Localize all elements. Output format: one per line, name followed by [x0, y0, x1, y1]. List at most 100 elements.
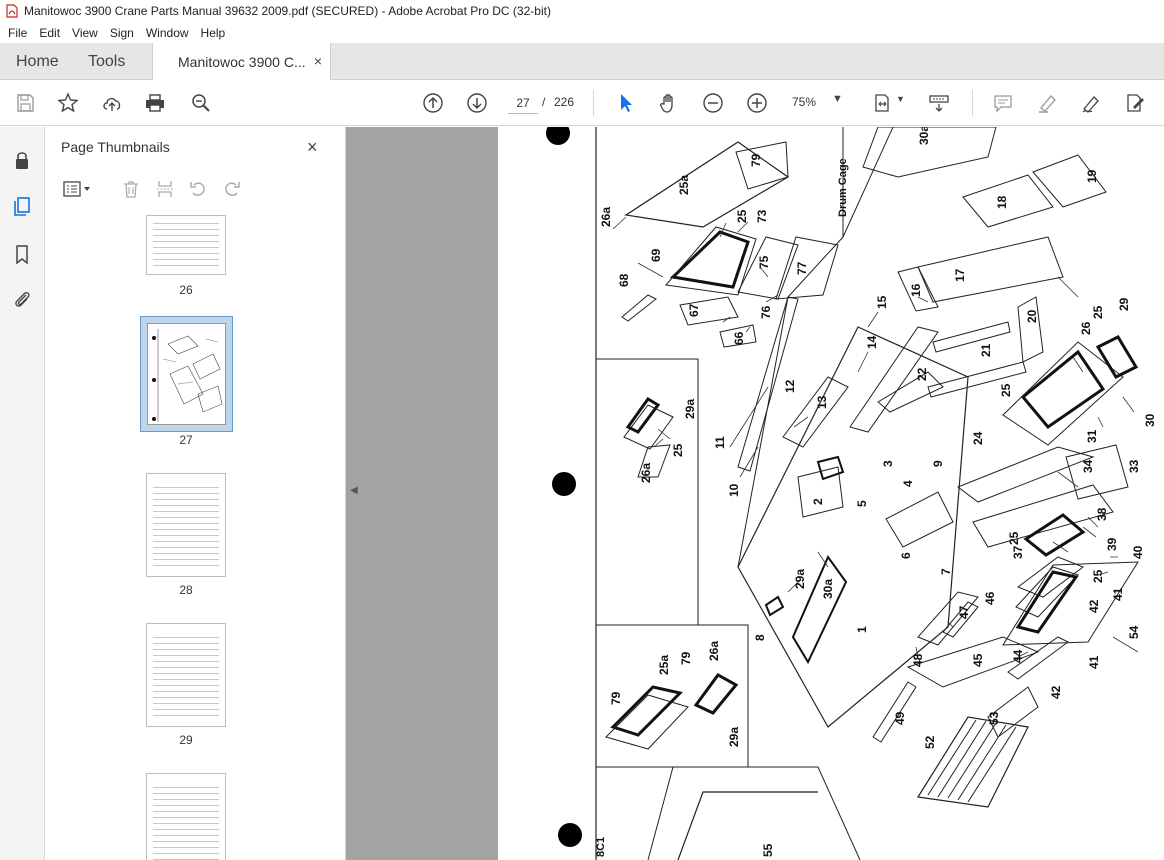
callout-34: 34 — [1081, 459, 1095, 473]
window-title: Manitowoc 3900 Crane Parts Manual 39632 … — [24, 4, 551, 18]
tab-close-icon[interactable]: × — [314, 53, 322, 69]
thumbnail-label: 29 — [179, 733, 193, 747]
callout-25e: 25 — [1007, 531, 1021, 545]
callout-63: 73 — [755, 209, 769, 223]
callout-29a: 26a — [707, 641, 721, 661]
thumbnail-label: 28 — [179, 583, 193, 597]
thumbnail-page-27-preview — [147, 323, 226, 425]
callout-7: 7 — [939, 568, 953, 575]
callout-52: 52 — [923, 735, 937, 749]
callout-76: 29a — [683, 399, 697, 419]
callout-45: 42 — [1049, 685, 1063, 699]
callout-69: 26a — [599, 207, 613, 227]
scroll-mode-icon[interactable] — [926, 90, 952, 116]
callout-40: 40 — [1131, 545, 1145, 559]
star-icon[interactable] — [55, 90, 81, 116]
tab-document-label: Manitowoc 3900 C... — [178, 53, 306, 70]
callout-12: 12 — [783, 379, 797, 393]
save-icon[interactable] — [12, 90, 38, 116]
callout-54: 54 — [1127, 625, 1141, 639]
callout-67: 79 — [749, 153, 763, 167]
rotate-right-icon[interactable] — [220, 177, 244, 201]
hand-tool-icon[interactable] — [656, 90, 682, 116]
callout-55: 55 — [761, 843, 775, 857]
tab-home[interactable]: Home — [16, 43, 59, 80]
panel-title: Page Thumbnails — [61, 139, 170, 155]
highlight-pen-icon[interactable] — [1034, 90, 1060, 116]
menu-file[interactable]: File — [2, 26, 33, 40]
callout-44: 41 — [1087, 655, 1101, 669]
callout-21: 21 — [979, 343, 993, 357]
thumbnail-page-29[interactable] — [146, 623, 226, 727]
thumbnail-page-28[interactable] — [146, 473, 226, 577]
page-number-input[interactable] — [508, 92, 538, 114]
callout-39: 39 — [1105, 537, 1119, 551]
thumbnail-page-30[interactable] — [146, 773, 226, 860]
extract-page-icon[interactable] — [153, 177, 177, 201]
page-fit-icon[interactable] — [870, 90, 896, 116]
title-bar: Manitowoc 3900 Crane Parts Manual 39632 … — [0, 0, 1164, 22]
zoom-out-icon[interactable] — [700, 90, 726, 116]
callout-19: 19 — [1085, 169, 1099, 183]
pdf-page: 26a 25a 79 69 25 73 75 77 68 67 66 76 Dr… — [498, 127, 1164, 860]
print-icon[interactable] — [142, 90, 168, 116]
tab-tools[interactable]: Tools — [88, 43, 125, 80]
callout-25: 25 — [735, 209, 749, 223]
document-view[interactable]: ◀ 26a 25a 79 69 25 73 75 77 68 67 66 76 … — [346, 127, 1164, 860]
zoom-dropdown-icon[interactable]: ▼ — [832, 93, 843, 105]
zoom-level[interactable]: 75% — [792, 95, 816, 109]
next-page-icon[interactable] — [464, 90, 490, 116]
thumbnail-options-menu-icon[interactable] — [59, 177, 95, 201]
menu-view[interactable]: View — [66, 26, 104, 40]
callout-18: 18 — [995, 195, 1009, 209]
page-thumbnails-panel: Page Thumbnails × 26 27 28 29 — [45, 127, 382, 860]
callout-66: 77 — [795, 261, 809, 275]
callout-25f: 25 — [1091, 569, 1105, 583]
page-thumbnails-icon[interactable] — [9, 193, 35, 219]
thumbnail-list: 26 27 28 29 — [45, 211, 325, 860]
callout-1: 1 — [855, 626, 869, 633]
thumbnail-toolbar — [45, 173, 346, 207]
menu-edit[interactable]: Edit — [33, 26, 66, 40]
lock-icon[interactable] — [9, 147, 35, 173]
callout-31: 31 — [1085, 429, 1099, 443]
thumbnail-page-26[interactable] — [146, 215, 226, 275]
upload-cloud-icon[interactable] — [99, 90, 125, 116]
comment-icon[interactable] — [990, 90, 1016, 116]
menu-window[interactable]: Window — [140, 26, 195, 40]
previous-page-icon[interactable] — [420, 90, 446, 116]
edit-document-icon[interactable] — [1122, 90, 1148, 116]
callout-38: 38 — [1095, 507, 1109, 521]
callout-61: 69 — [649, 248, 663, 262]
menu-sign[interactable]: Sign — [104, 26, 140, 40]
bookmark-icon[interactable] — [9, 241, 35, 267]
page-code: 8C1 — [595, 837, 607, 857]
callout-59: 67 — [687, 303, 701, 317]
collapse-panel-icon[interactable]: ◀ — [350, 485, 358, 496]
zoom-in-icon[interactable] — [744, 90, 770, 116]
fill-sign-icon[interactable] — [1078, 90, 1104, 116]
main-toolbar: / 226 75% ▼ ▼ — [0, 80, 1164, 126]
page-fit-dropdown-icon[interactable]: ▼ — [896, 94, 905, 104]
callout-5: 5 — [855, 500, 869, 507]
thumbnail-page-27-selected[interactable] — [140, 316, 233, 432]
toolbar-divider — [972, 90, 973, 116]
panel-close-icon[interactable]: × — [307, 137, 318, 158]
rotate-left-icon[interactable] — [186, 177, 210, 201]
callout-41: 41 — [1111, 587, 1125, 601]
callout-37: 37 — [1011, 545, 1025, 559]
select-cursor-icon[interactable] — [612, 90, 638, 116]
callout-22: 22 — [915, 367, 929, 381]
drum-cage-label: Drum Cage — [837, 158, 849, 217]
callout-15: 15 — [875, 295, 889, 309]
callout-75: 26a — [639, 463, 653, 483]
callout-25a-b: 79 — [679, 651, 693, 665]
tab-document[interactable]: Manitowoc 3900 C... × — [152, 43, 331, 80]
attachment-paperclip-icon[interactable] — [9, 286, 35, 312]
callout-53: 53 — [987, 711, 1001, 725]
zoom-search-icon[interactable] — [188, 90, 214, 116]
menu-help[interactable]: Help — [195, 26, 232, 40]
delete-page-icon[interactable] — [119, 177, 143, 201]
callout-60: 68 — [617, 273, 631, 287]
callout-77: 29a — [793, 569, 807, 589]
